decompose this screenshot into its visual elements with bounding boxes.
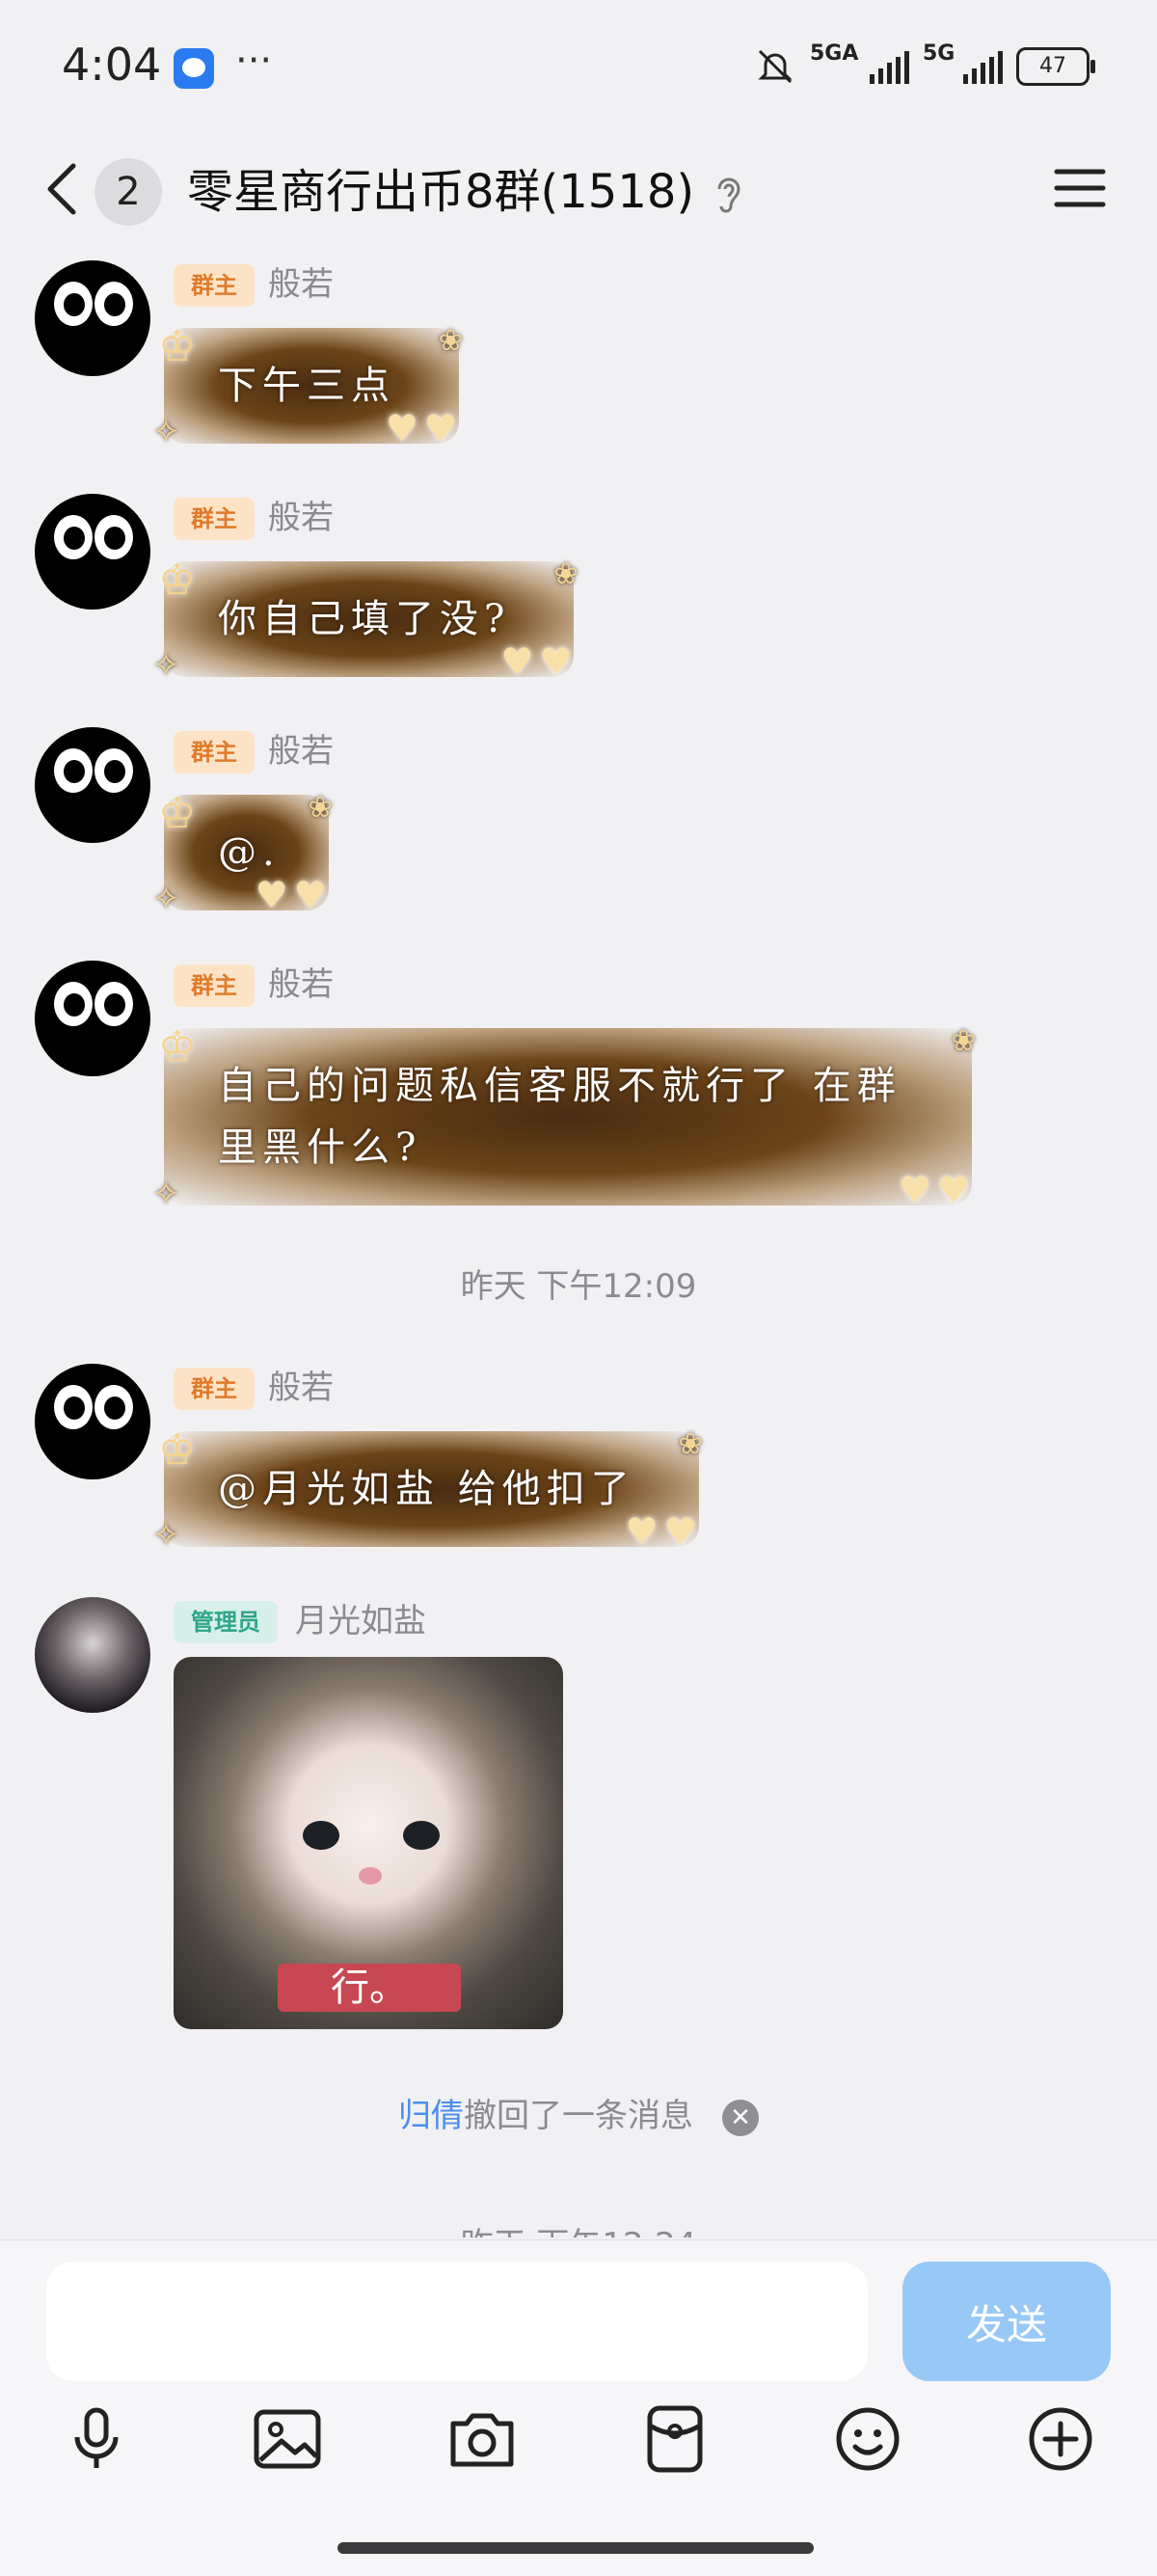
decoration-tag-icon: ❀ — [308, 791, 338, 825]
crown-icon: ♔ — [158, 322, 202, 371]
role-badge: 群主 — [174, 964, 255, 1007]
sparkle-icon: ✧ — [152, 646, 186, 685]
sticker-image[interactable]: 行。 — [174, 1657, 563, 2029]
hearts-icon: ♥♥ — [898, 1169, 976, 1211]
message-item: 管理员 月光如盐 行。 — [0, 1578, 1157, 2041]
message-item: 群主 般若 ♔ ❀ 你自己填了没? ♥♥ ✧ — [0, 475, 1157, 706]
status-time: 4:04 — [62, 39, 162, 91]
send-button[interactable]: 发送 — [902, 2262, 1111, 2381]
avatar[interactable] — [35, 494, 150, 610]
message-list[interactable]: 群主 般若 ♔ ❀ 下午三点 ♥♥ ✧ 群主 般若 ♔ ❀ 你自己填了没? ♥♥… — [0, 241, 1157, 2237]
sticker-caption: 行。 — [278, 1964, 461, 2012]
redpacket-icon[interactable] — [636, 2400, 713, 2478]
message-bubble[interactable]: ♔ ❀ @. ♥♥ ✧ — [152, 789, 333, 918]
emoji-icon[interactable] — [829, 2400, 906, 2478]
message-input[interactable] — [46, 2262, 868, 2381]
role-badge: 群主 — [174, 498, 255, 540]
role-badge: 群主 — [174, 1368, 255, 1410]
battery-icon: 47 — [1016, 47, 1095, 86]
more-notifications-icon: ··· — [235, 39, 273, 83]
sparkle-icon: ✧ — [152, 880, 186, 918]
crown-icon: ♔ — [158, 789, 202, 838]
sender-name: 般若 — [268, 1369, 334, 1407]
sender-name: 般若 — [268, 499, 334, 537]
message-text: 下午三点 — [218, 364, 395, 408]
message-bubble[interactable]: ♔ ❀ 自己的问题私信客服不就行了 在群里黑什么? ♥♥ ✧ — [152, 1022, 976, 1213]
decoration-tag-icon: ❀ — [678, 1427, 709, 1461]
message-bubble[interactable]: ♔ ❀ @月光如盐 给他扣了 ♥♥ ✧ — [152, 1425, 703, 1555]
status-bar: 4:04 ··· 5GA 5G 47 — [0, 0, 1157, 135]
input-area: 发送 — [0, 2239, 1157, 2576]
message-text: 自己的问题私信客服不就行了 在群里黑什么? — [218, 1064, 901, 1170]
message-bubble[interactable]: ♔ ❀ 你自己填了没? ♥♥ ✧ — [152, 556, 578, 685]
sender-name: 般若 — [268, 265, 334, 304]
recall-text: 撤回了一条消息 — [464, 2097, 693, 2135]
crown-icon: ♔ — [158, 1425, 202, 1475]
avatar[interactable] — [35, 1597, 150, 1713]
signal-icon-2: 5G — [923, 41, 1003, 84]
role-badge: 群主 — [174, 264, 255, 307]
time-divider-partial: 昨天 下午12:24 — [0, 2218, 1157, 2237]
ear-mode-icon — [712, 174, 744, 216]
role-badge: 群主 — [174, 731, 255, 773]
signal-icon: 5GA — [810, 41, 909, 84]
decoration-tag-icon: ❀ — [553, 557, 584, 591]
chat-title[interactable]: 零星商行出币8群(1518) — [187, 158, 694, 226]
mute-bell-icon — [754, 45, 796, 88]
crown-icon: ♔ — [158, 556, 202, 605]
crown-icon: ♔ — [158, 1022, 202, 1071]
cat-nose — [359, 1867, 382, 1885]
message-text: @月光如盐 给他扣了 — [218, 1467, 635, 1511]
message-bubble[interactable]: ♔ ❀ 下午三点 ♥♥ ✧ — [152, 322, 463, 451]
message-item: 群主 般若 ♔ ❀ @月光如盐 给他扣了 ♥♥ ✧ — [0, 1344, 1157, 1576]
image-icon[interactable] — [249, 2400, 326, 2478]
cat-eye — [303, 1821, 339, 1850]
avatar[interactable] — [35, 727, 150, 843]
sparkle-icon: ✧ — [152, 1516, 186, 1555]
message-text: 你自己填了没? — [218, 597, 511, 641]
signal-label-2: 5G — [923, 41, 955, 66]
back-arrow-icon[interactable] — [39, 160, 87, 218]
decoration-tag-icon: ❀ — [438, 324, 469, 358]
camera-icon[interactable] — [444, 2400, 521, 2478]
sparkle-icon: ✧ — [152, 413, 186, 451]
hearts-icon: ♥♥ — [500, 640, 578, 683]
message-item: 群主 般若 ♔ ❀ 自己的问题私信客服不就行了 在群里黑什么? ♥♥ ✧ — [0, 941, 1157, 1213]
sparkle-icon: ✧ — [152, 1175, 186, 1213]
sender-name: 月光如盐 — [295, 1602, 426, 1641]
plus-icon[interactable] — [1022, 2400, 1099, 2478]
signal-label: 5GA — [810, 41, 859, 66]
sender-name: 般若 — [268, 732, 334, 771]
recall-user-link[interactable]: 归倩 — [398, 2097, 464, 2135]
time-divider: 昨天 下午12:09 — [460, 1267, 697, 1306]
avatar[interactable] — [35, 961, 150, 1076]
avatar[interactable] — [35, 1364, 150, 1479]
chat-header: 2 零星商行出币8群(1518) — [0, 135, 1157, 241]
role-badge: 管理员 — [174, 1601, 278, 1643]
unread-count-badge[interactable]: 2 — [94, 158, 162, 226]
hearts-icon: ♥♥ — [385, 407, 463, 449]
sender-name: 般若 — [268, 965, 334, 1004]
message-item: 群主 般若 ♔ ❀ 下午三点 ♥♥ ✧ — [0, 241, 1157, 473]
app-notification-icon — [174, 48, 214, 89]
cat-eye — [403, 1821, 440, 1850]
avatar[interactable] — [35, 260, 150, 376]
close-icon[interactable]: ✕ — [722, 2099, 759, 2136]
hearts-icon: ♥♥ — [625, 1510, 703, 1553]
mic-icon[interactable] — [58, 2400, 135, 2478]
decoration-tag-icon: ❀ — [951, 1024, 982, 1058]
hearts-icon: ♥♥ — [255, 874, 333, 916]
home-indicator[interactable] — [337, 2542, 814, 2554]
recall-notice: 归倩撤回了一条消息 ✕ — [0, 2089, 1157, 2136]
message-item: 群主 般若 ♔ ❀ @. ♥♥ ✧ — [0, 708, 1157, 939]
menu-icon[interactable] — [1053, 164, 1107, 212]
